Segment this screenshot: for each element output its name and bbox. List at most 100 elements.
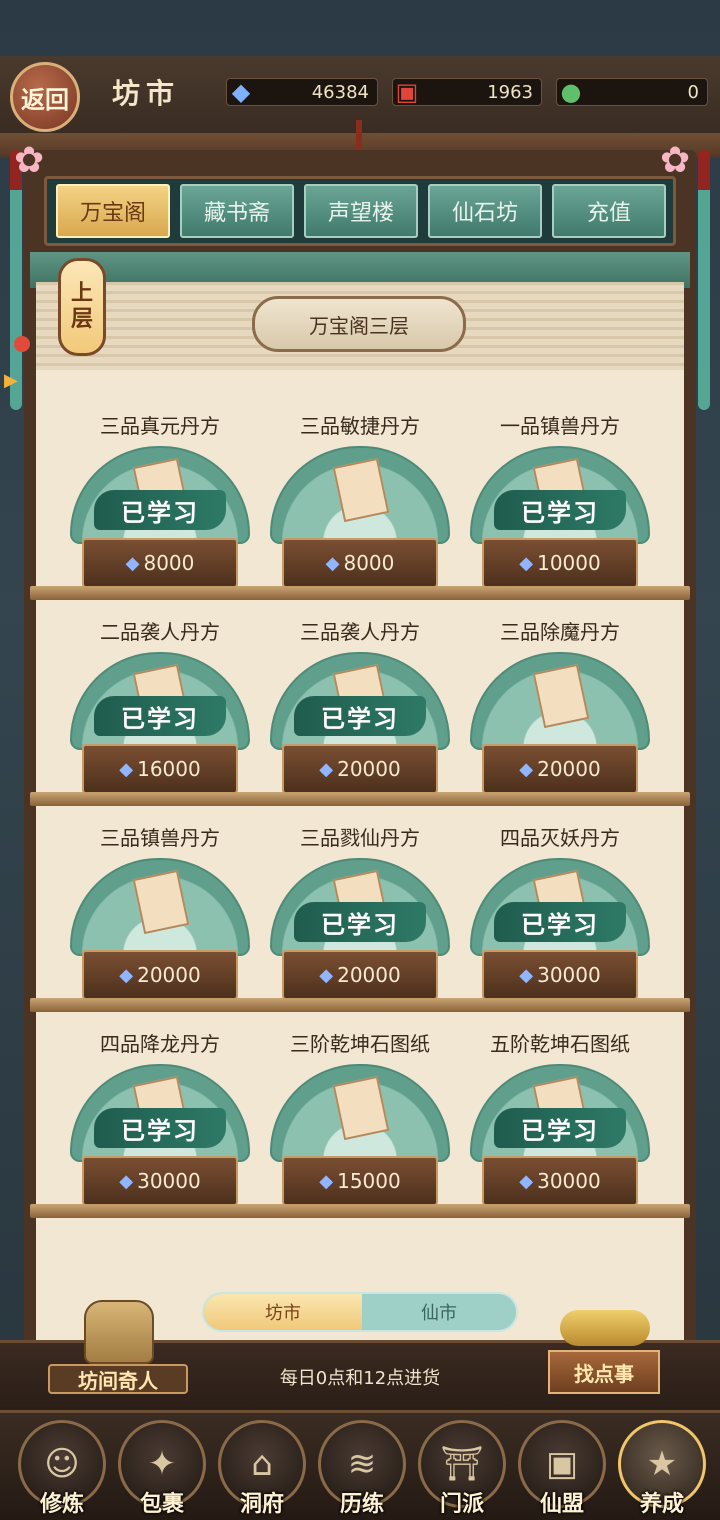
price-value: 20000: [537, 757, 601, 781]
resource-jade-token: ● 0: [556, 78, 708, 106]
nav-button-0[interactable]: ☺ 修炼: [16, 1416, 108, 1517]
price-value: 20000: [337, 963, 401, 987]
spirit-crystal-icon: ◆: [519, 552, 534, 574]
learned-badge: 已学习: [494, 1108, 626, 1148]
price-value: 30000: [537, 1169, 601, 1193]
tab-recharge[interactable]: 充值: [552, 184, 666, 238]
learned-badge: 已学习: [494, 490, 626, 530]
price-value: 30000: [137, 1169, 201, 1193]
item-name: 一品镇兽丹方: [500, 414, 620, 438]
shop-item-card[interactable]: 三品袭人丹方 已学习 ◆ 20000: [260, 616, 460, 802]
item-price: ◆ 30000: [82, 1166, 238, 1196]
learned-badge: 已学习: [494, 902, 626, 942]
tab-xianshifang[interactable]: 仙石坊: [428, 184, 542, 238]
page-title: 坊市: [112, 77, 181, 110]
market-switch-fangshi[interactable]: 坊市: [204, 1294, 362, 1330]
price-value: 8000: [143, 551, 195, 575]
spirit-crystal-icon: ◆: [319, 758, 334, 780]
basket-icon: [84, 1300, 154, 1364]
stranger-button[interactable]: 坊间奇人: [48, 1300, 188, 1398]
nav-button-4[interactable]: ⛩ 门派: [416, 1416, 508, 1517]
nav-button-3[interactable]: ≋ 历练: [316, 1416, 408, 1517]
shop-item-card[interactable]: 三品除魔丹方 ◆ 20000: [460, 616, 660, 802]
find-chore-button[interactable]: 找点事: [548, 1310, 660, 1400]
shop-item-card[interactable]: 三品镇兽丹方 ◆ 20000: [60, 822, 260, 1008]
shop-item-card[interactable]: 五阶乾坤石图纸已学习 ◆ 30000: [460, 1028, 660, 1214]
resource-value: 0: [687, 82, 699, 103]
item-name: 三品除魔丹方: [500, 620, 620, 644]
nav-button-6[interactable]: ★ 养成: [616, 1416, 708, 1517]
resource-spirit-crystal: ◆ 46384: [226, 78, 378, 106]
resource-value: 1963: [487, 82, 533, 103]
nav-label: 仙盟: [539, 1492, 584, 1517]
shop-item-card[interactable]: 二品袭人丹方 已学习 ◆ 16000: [60, 616, 260, 802]
nav-label: 包裹: [139, 1492, 184, 1517]
item-price: ◆ 30000: [482, 1166, 638, 1196]
spirit-crystal-icon: ◆: [319, 1170, 334, 1192]
item-name: 五阶乾坤石图纸: [490, 1032, 630, 1056]
item-price: ◆ 8000: [82, 548, 238, 578]
shop-item-card[interactable]: 三阶乾坤石图纸 ◆ 15000: [260, 1028, 460, 1214]
resource-value: 46384: [311, 82, 369, 103]
spirit-crystal-icon: ◆: [125, 552, 140, 574]
shop-item-card[interactable]: 四品降龙丹方 已学习 ◆ 30000: [60, 1028, 260, 1214]
learned-badge: 已学习: [294, 902, 426, 942]
nav-button-1[interactable]: ✦ 包裹: [116, 1416, 208, 1517]
spirit-crystal-icon: ◆: [119, 1170, 134, 1192]
back-button[interactable]: 返回: [10, 62, 80, 132]
item-price: ◆ 30000: [482, 960, 638, 990]
shop-item-card[interactable]: 三品敏捷丹方 ◆ 8000: [260, 410, 460, 596]
upper-floor-lantern-button[interactable]: 上层: [58, 258, 106, 356]
item-name: 三品敏捷丹方: [300, 414, 420, 438]
item-name: 三品真元丹方: [100, 414, 220, 438]
tab-shengwanglou[interactable]: 声望楼: [304, 184, 418, 238]
plum-blossom-icon: ✿: [660, 140, 691, 181]
price-value: 15000: [337, 1169, 401, 1193]
item-price: ◆ 10000: [482, 548, 638, 578]
nav-button-2[interactable]: ⌂ 洞府: [216, 1416, 308, 1517]
price-value: 30000: [537, 963, 601, 987]
price-value: 10000: [537, 551, 601, 575]
plum-blossom-icon: ✿: [14, 140, 45, 181]
shop-item-card[interactable]: 四品灭妖丹方已学习 ◆ 30000: [460, 822, 660, 1008]
learned-badge: 已学习: [94, 696, 226, 736]
red-envelope-icon: ▣: [395, 78, 419, 106]
stranger-label: 坊间奇人: [48, 1364, 188, 1394]
item-price: ◆ 8000: [282, 548, 438, 578]
shop-item-card[interactable]: 一品镇兽丹方已学习 ◆ 10000: [460, 410, 660, 596]
item-name: 三品袭人丹方: [300, 620, 420, 644]
side-arrow-icon[interactable]: ▶: [4, 370, 18, 391]
nav-label: 历练: [339, 1492, 384, 1517]
spirit-crystal-icon: ◆: [119, 964, 134, 986]
nav-label: 洞府: [239, 1492, 284, 1517]
spirit-crystal-icon: ◆: [519, 964, 534, 986]
nav-label: 门派: [439, 1492, 484, 1517]
item-price: ◆ 20000: [282, 754, 438, 784]
market-switch-xianshi[interactable]: 仙市: [362, 1294, 516, 1330]
learned-badge: 已学习: [94, 490, 226, 530]
shop-item-card[interactable]: 三品戮仙丹方已学习 ◆ 20000: [260, 822, 460, 1008]
spirit-crystal-icon: ◆: [519, 1170, 534, 1192]
nav-button-5[interactable]: ▣ 仙盟: [516, 1416, 608, 1517]
tassel-decoration: [698, 150, 710, 410]
nav-label: 修炼: [39, 1492, 84, 1517]
item-price: ◆ 20000: [82, 960, 238, 990]
price-value: 20000: [337, 757, 401, 781]
market-switch[interactable]: 坊市 仙市: [202, 1292, 518, 1332]
shop-item-card[interactable]: 三品真元丹方已学习 ◆ 8000: [60, 410, 260, 596]
item-name: 四品灭妖丹方: [500, 826, 620, 850]
item-price: ◆ 20000: [482, 754, 638, 784]
price-value: 16000: [137, 757, 201, 781]
jade-token-icon: ●: [560, 78, 582, 106]
item-name: 四品降龙丹方: [100, 1032, 220, 1056]
spirit-crystal-icon: ◆: [519, 758, 534, 780]
spirit-crystal-icon: ◆: [319, 964, 334, 986]
price-value: 8000: [343, 551, 395, 575]
tab-cangshuzhai[interactable]: 藏书斋: [180, 184, 294, 238]
tab-wanbaoge[interactable]: 万宝阁: [56, 184, 170, 238]
item-name: 三品戮仙丹方: [300, 826, 420, 850]
item-name: 三品镇兽丹方: [100, 826, 220, 850]
treasure-pile-icon: [560, 1310, 650, 1346]
item-price: ◆ 16000: [82, 754, 238, 784]
nav-label: 养成: [639, 1492, 684, 1517]
